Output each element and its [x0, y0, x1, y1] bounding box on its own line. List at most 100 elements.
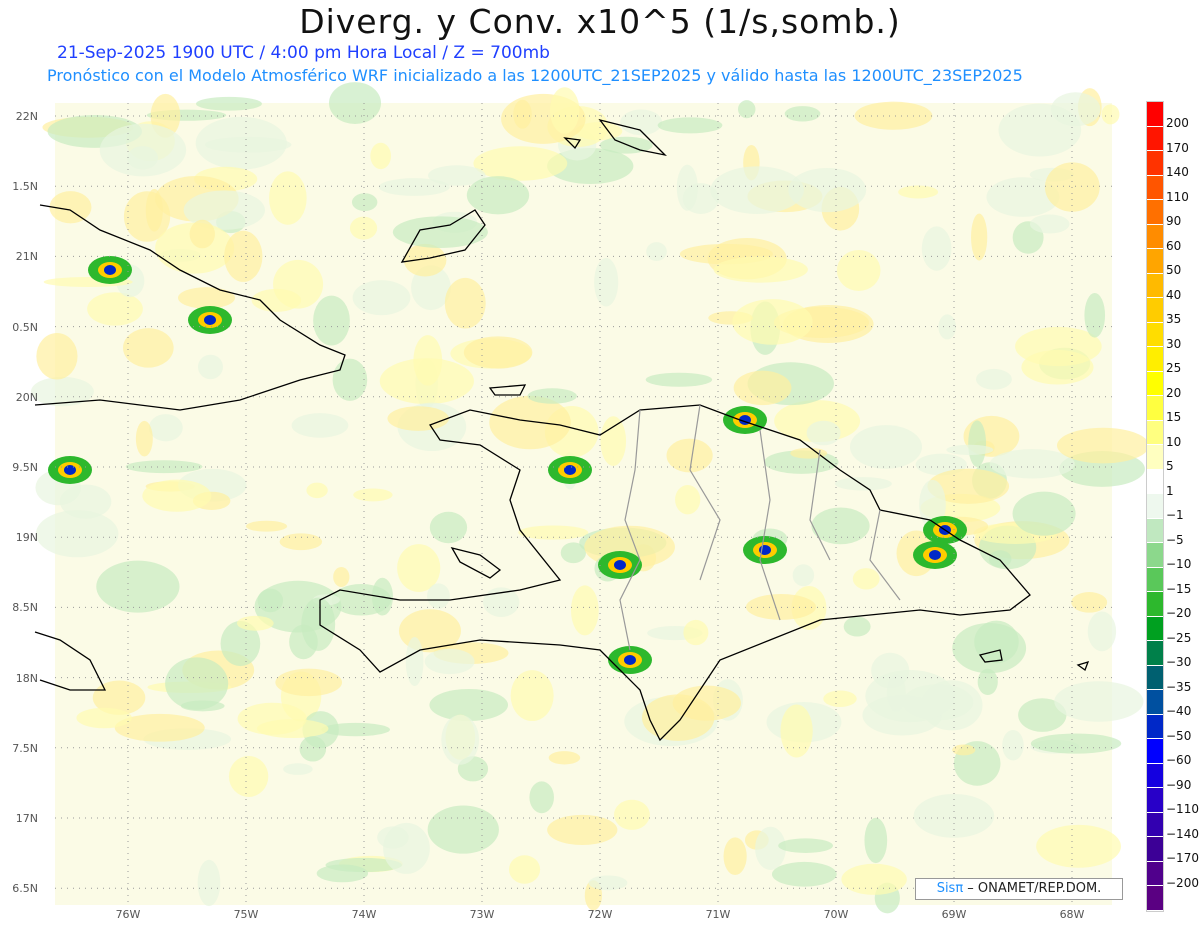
- convergence-cell: [929, 550, 941, 560]
- shading-blob: [148, 414, 183, 442]
- shading-blob: [886, 673, 906, 713]
- shading-blob: [784, 106, 821, 122]
- shading-blob: [570, 585, 599, 636]
- colorbar-swatch: [1147, 861, 1163, 886]
- colorbar-label: 200: [1166, 116, 1189, 130]
- shading-blob: [87, 292, 143, 326]
- shading-blob: [283, 763, 313, 775]
- colorbar-swatch: [1147, 347, 1163, 372]
- lat-label: 6.5N: [12, 882, 38, 896]
- shading-blob: [483, 587, 520, 617]
- lat-label: 20N: [15, 390, 38, 404]
- shading-blob: [392, 216, 488, 248]
- colorbar-label: 170: [1166, 140, 1189, 155]
- colorbar-label: 50: [1166, 263, 1182, 277]
- colorbar-swatch: [1147, 445, 1163, 470]
- shading-blob: [952, 744, 976, 756]
- shading-blob: [952, 623, 1027, 674]
- shading-blob: [527, 388, 577, 404]
- shading-blob: [852, 568, 880, 590]
- shading-blob: [1051, 92, 1101, 127]
- shading-blob: [864, 817, 888, 864]
- colorbar-label: 20: [1166, 385, 1182, 400]
- shading-blob: [1054, 681, 1144, 722]
- shading-blob: [1012, 491, 1076, 536]
- shading-blob: [834, 477, 892, 491]
- shading-blob: [429, 511, 468, 544]
- shading-blob: [441, 714, 480, 765]
- shading-blob: [237, 702, 307, 735]
- lat-label: 7.5N: [12, 741, 38, 755]
- colorbar-swatch: [1147, 322, 1163, 347]
- colorbar-swatch: [1147, 714, 1163, 739]
- colorbar-swatch: [1147, 102, 1163, 127]
- shading-blob: [349, 216, 378, 240]
- shading-blob: [1101, 104, 1120, 125]
- shading-blob: [854, 101, 933, 130]
- colorbar-label: −1: [1166, 508, 1184, 522]
- shading-blob: [811, 507, 870, 545]
- shading-blob: [865, 669, 955, 723]
- colorbar-swatch: [1147, 494, 1163, 519]
- lon-label: 68W: [1059, 908, 1085, 921]
- shading-blob: [1036, 824, 1121, 868]
- shading-blob: [614, 799, 650, 830]
- shading-blob: [732, 299, 813, 345]
- lon-label: 72W: [587, 908, 613, 921]
- colorbar-swatch: [1147, 224, 1163, 249]
- convergence-cell: [104, 265, 116, 275]
- shading-blob: [473, 146, 568, 181]
- shading-blob: [204, 136, 292, 153]
- shading-blob: [548, 751, 581, 765]
- shading-blob: [646, 242, 667, 261]
- shading-blob: [383, 822, 430, 874]
- shading-blob: [1029, 214, 1070, 234]
- colorbar-label: −170: [1166, 851, 1199, 865]
- lat-label: 19N: [15, 531, 38, 545]
- shading-blob: [306, 482, 328, 499]
- shading-blob: [489, 395, 571, 450]
- colorbar-swatch: [1147, 371, 1163, 396]
- lat-label: 22N: [15, 110, 38, 123]
- colorbar-swatch: [1147, 151, 1163, 176]
- colorbar-label: −35: [1166, 679, 1192, 694]
- colorbar-label: −110: [1166, 802, 1199, 816]
- shading-blob: [236, 615, 274, 631]
- shading-blob: [301, 597, 336, 651]
- shading-blob: [351, 193, 378, 212]
- colorbar-swatch: [1147, 126, 1163, 151]
- shading-blob: [76, 707, 132, 729]
- shading-blob: [1084, 292, 1106, 338]
- colorbar-swatch: [1147, 518, 1163, 543]
- shading-blob: [352, 280, 411, 316]
- shading-blob: [778, 838, 833, 853]
- shading-blob: [921, 226, 952, 271]
- shading-blob: [676, 164, 698, 211]
- colorbar-swatch: [1147, 616, 1163, 641]
- shading-blob: [405, 636, 424, 686]
- colorbar-swatch: [1147, 763, 1163, 788]
- lon-label: 71W: [705, 908, 731, 921]
- colorbar-swatch: [1147, 886, 1163, 911]
- shading-blob: [125, 460, 203, 474]
- colorbar-swatch: [1147, 812, 1163, 837]
- colorbar-label: 30: [1166, 336, 1182, 351]
- shading-blob: [197, 859, 221, 907]
- lon-label: 69W: [941, 908, 967, 921]
- lat-label: 17N: [15, 812, 38, 825]
- shading-blob: [353, 488, 393, 502]
- shading-blob: [1021, 349, 1094, 385]
- shading-blob: [1056, 427, 1150, 464]
- shading-blob: [843, 616, 871, 637]
- shading-blob: [675, 484, 701, 515]
- shading-blob: [189, 219, 215, 249]
- colorbar-swatch: [1147, 739, 1163, 764]
- shading-blob: [196, 96, 262, 111]
- colorbar-label: 35: [1166, 312, 1182, 326]
- lon-label: 76W: [115, 908, 141, 921]
- shading-blob: [790, 447, 828, 459]
- shading-blob: [275, 668, 343, 697]
- colorbar-label: 90: [1166, 214, 1182, 228]
- shading-blob: [683, 619, 709, 646]
- shading-blob: [946, 444, 994, 456]
